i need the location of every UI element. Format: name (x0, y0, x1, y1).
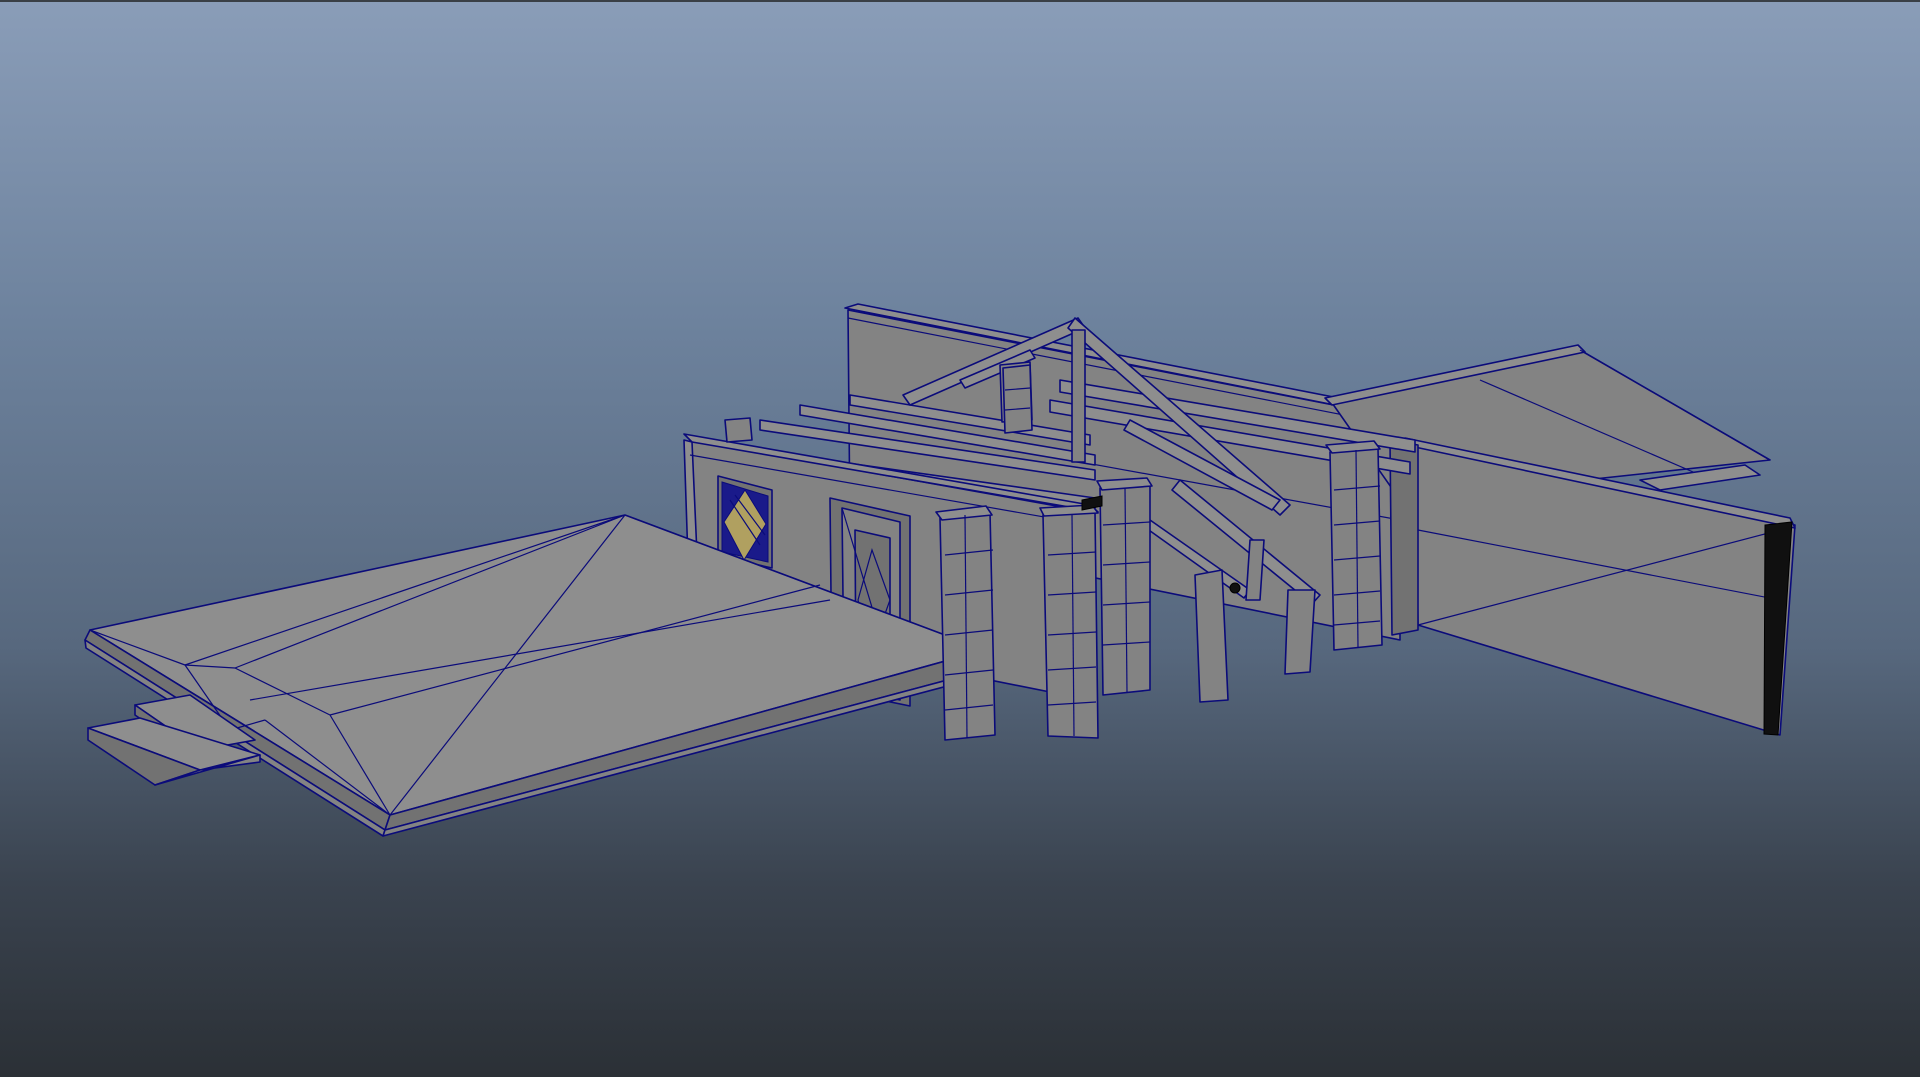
side-wall[interactable] (1324, 344, 1796, 736)
perspective-viewport[interactable] (0, 0, 1920, 1077)
scene-mesh[interactable] (0, 0, 1920, 1077)
